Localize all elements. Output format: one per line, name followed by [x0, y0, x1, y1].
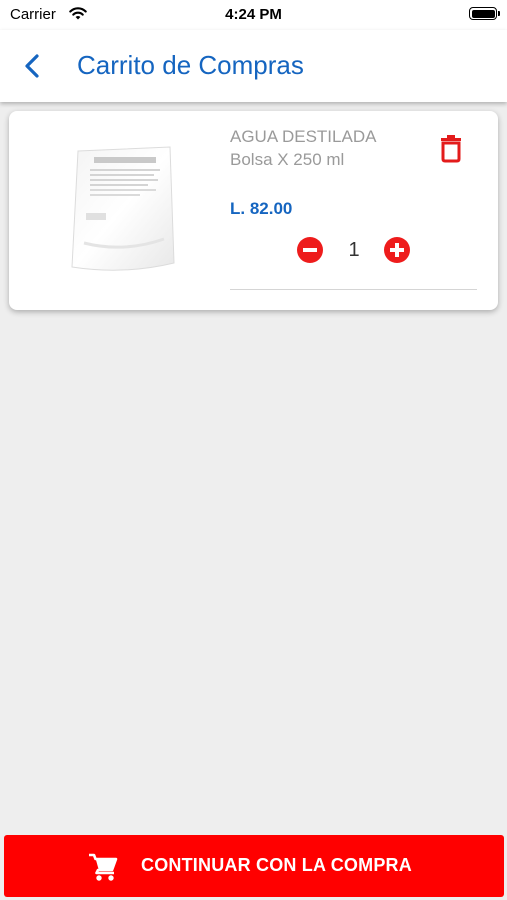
cart-icon [89, 853, 118, 881]
continue-purchase-label: CONTINUAR CON LA COMPRA [141, 855, 412, 875]
product-price: L. 82.00 [230, 199, 293, 218]
back-chevron-icon[interactable] [18, 50, 48, 82]
product-name: AGUA DESTILADA Bolsa X 250 ml [230, 125, 440, 171]
battery-icon [469, 7, 500, 20]
trash-icon[interactable] [437, 133, 465, 163]
product-image [71, 146, 175, 271]
navigation-bar: Carrito de Compras [0, 30, 507, 102]
status-bar: Carrier 4:24 PM [0, 0, 507, 30]
product-name-line1: AGUA DESTILADA [230, 127, 377, 146]
clock: 4:24 PM [225, 6, 282, 23]
quantity-value: 1 [348, 239, 360, 261]
minus-circle-icon[interactable] [296, 236, 324, 264]
product-name-line2: Bolsa X 250 ml [230, 150, 345, 169]
divider [230, 289, 477, 290]
plus-circle-icon[interactable] [383, 236, 411, 264]
continue-purchase-button[interactable]: CONTINUAR CON LA COMPRA [4, 835, 504, 897]
cart-item-card: AGUA DESTILADA Bolsa X 250 ml L. 82.00 1 [9, 111, 498, 310]
page-title: Carrito de Compras [77, 50, 304, 80]
